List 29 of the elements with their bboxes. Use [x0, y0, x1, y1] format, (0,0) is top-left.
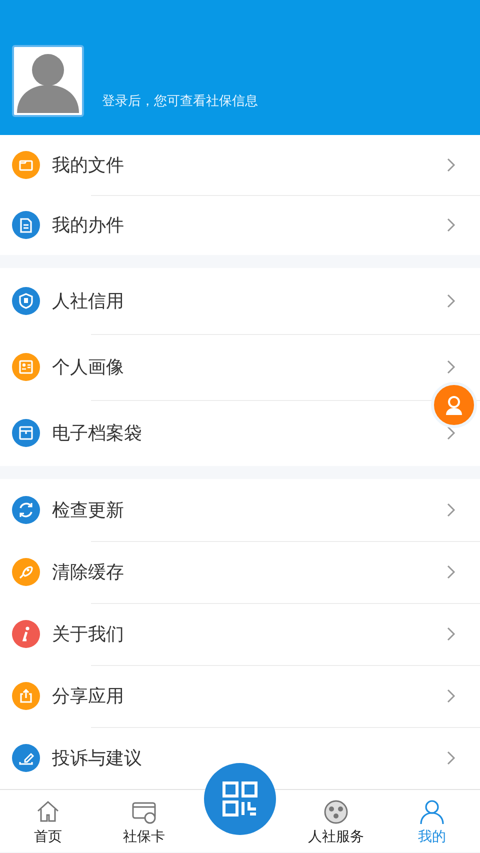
menu-item[interactable]: 清除缓存: [0, 541, 480, 603]
chevron-icon: [446, 626, 456, 642]
avatar-icon[interactable]: [12, 45, 84, 117]
menu-item[interactable]: 我的文件: [0, 135, 480, 195]
menu-item[interactable]: 关于我们: [0, 603, 480, 665]
chevron-icon: [446, 688, 456, 704]
chevron-icon: [446, 157, 456, 173]
menu-item[interactable]: 人社信用: [0, 268, 480, 334]
menu-item[interactable]: 检查更新: [0, 479, 480, 541]
person-icon: [418, 798, 446, 826]
nav-tab[interactable]: 社保卡: [96, 790, 192, 852]
chevron-icon: [446, 502, 456, 518]
nav-tab[interactable]: 首页: [0, 790, 96, 852]
menu-item[interactable]: 个人画像: [0, 334, 480, 400]
nav-tab[interactable]: 我的: [384, 790, 480, 852]
chevron-icon: [446, 217, 456, 233]
menu-item[interactable]: 投诉与建议: [0, 727, 480, 789]
chevron-icon: [446, 359, 456, 375]
chevron-icon: [446, 564, 456, 580]
menu-item[interactable]: 分享应用: [0, 665, 480, 727]
menu-item[interactable]: 电子档案袋: [0, 400, 480, 466]
qr-code-icon: [222, 781, 258, 817]
chevron-icon: [446, 750, 456, 766]
nav-tab[interactable]: 人社服务: [288, 790, 384, 852]
chevron-icon: [446, 425, 456, 441]
menu-item[interactable]: 我的办件: [0, 195, 480, 255]
dots-icon: [322, 798, 350, 826]
chevron-icon: [446, 293, 456, 309]
login-hint: 登录后，您可查看社保信息: [102, 93, 258, 110]
